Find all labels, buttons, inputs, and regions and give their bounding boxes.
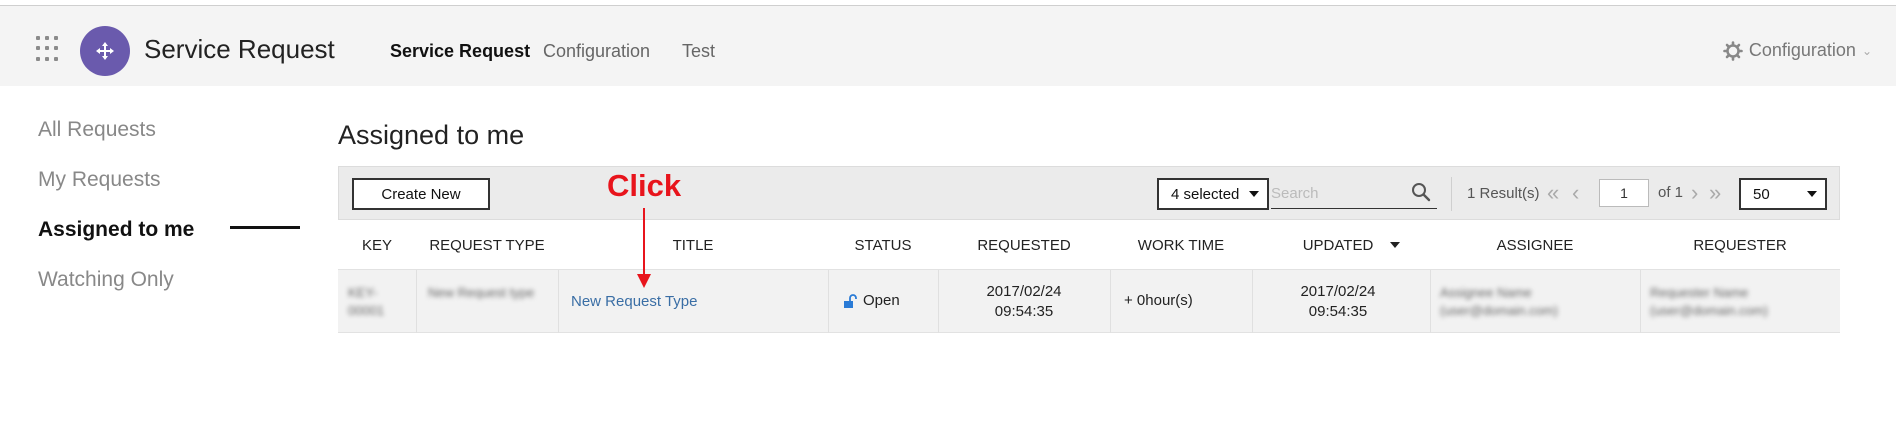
annotation-arrow-icon bbox=[637, 208, 651, 288]
dropdown-caret-icon bbox=[1249, 191, 1259, 197]
next-page-icon[interactable]: › bbox=[1691, 179, 1698, 207]
cell-status: Open bbox=[843, 292, 900, 309]
requested-date: 2017/02/24 bbox=[986, 283, 1062, 300]
column-header-status[interactable]: STATUS bbox=[828, 237, 938, 254]
sidebar-item-assigned-to-me[interactable]: Assigned to me bbox=[38, 218, 194, 242]
updated-time: 09:54:35 bbox=[1308, 303, 1368, 320]
page-title: Assigned to me bbox=[338, 120, 525, 150]
configuration-menu-label: Configuration bbox=[1748, 40, 1856, 60]
page-total: of 1 bbox=[1658, 184, 1684, 201]
unlock-icon bbox=[844, 293, 857, 308]
gear-icon bbox=[1723, 40, 1743, 61]
first-page-icon[interactable]: « bbox=[1547, 179, 1559, 207]
nav-service-request[interactable]: Service Request bbox=[390, 41, 530, 62]
dropdown-caret-icon bbox=[1807, 191, 1817, 197]
column-header-requester[interactable]: REQUESTER bbox=[1640, 237, 1840, 254]
status-label: Open bbox=[863, 292, 900, 309]
cell-updated: 2017/02/24 09:54:35 bbox=[1252, 282, 1424, 322]
cell-divider bbox=[1110, 270, 1111, 333]
prev-page-icon[interactable]: ‹ bbox=[1572, 179, 1579, 207]
sidebar-item-my-requests[interactable]: My Requests bbox=[38, 168, 161, 192]
sort-descending-icon[interactable] bbox=[1390, 242, 1400, 248]
cell-request-type: New Request type bbox=[428, 285, 535, 300]
active-item-indicator bbox=[230, 226, 300, 229]
cell-divider bbox=[1640, 270, 1641, 333]
page-size-select[interactable]: 50 bbox=[1739, 178, 1827, 210]
app-header: Service Request Service Request Configur… bbox=[0, 6, 1896, 86]
app-launcher-icon[interactable] bbox=[36, 36, 62, 62]
column-header-key[interactable]: KEY bbox=[338, 237, 416, 254]
cell-requested: 2017/02/24 09:54:35 bbox=[938, 282, 1110, 322]
column-header-title[interactable]: TITLE bbox=[558, 237, 828, 254]
cell-divider bbox=[558, 270, 559, 333]
cell-requester: Requester Name (user@domain.com) bbox=[1650, 285, 1768, 318]
sidebar-item-watching-only[interactable]: Watching Only bbox=[38, 268, 174, 292]
requests-table: KEY REQUEST TYPE TITLE STATUS REQUESTED … bbox=[338, 220, 1840, 333]
cell-title-link[interactable]: New Request Type bbox=[571, 293, 697, 310]
cell-divider bbox=[1430, 270, 1431, 333]
cell-key[interactable]: KEY-00001 bbox=[348, 284, 406, 320]
results-count: 1 Result(s) bbox=[1467, 185, 1540, 202]
sidebar-item-all-requests[interactable]: All Requests bbox=[38, 118, 156, 142]
search-icon[interactable] bbox=[1411, 182, 1431, 202]
cell-assignee: Assignee Name (user@domain.com) bbox=[1440, 285, 1558, 318]
page-size-label: 50 bbox=[1753, 185, 1770, 203]
create-new-button[interactable]: Create New bbox=[352, 178, 490, 210]
column-header-work-time[interactable]: WORK TIME bbox=[1110, 237, 1252, 254]
move-arrows-icon bbox=[96, 42, 114, 60]
configuration-menu[interactable]: Configuration ⌄ bbox=[1723, 40, 1872, 61]
page-number-input[interactable]: 1 bbox=[1599, 179, 1649, 207]
list-toolbar: Create New 4 selected Search 1 Result(s)… bbox=[338, 166, 1840, 220]
last-page-icon[interactable]: » bbox=[1709, 179, 1721, 207]
toolbar-divider bbox=[1451, 177, 1452, 211]
table-header: KEY REQUEST TYPE TITLE STATUS REQUESTED … bbox=[338, 220, 1840, 270]
requested-time: 09:54:35 bbox=[994, 303, 1054, 320]
status-filter-select[interactable]: 4 selected bbox=[1157, 178, 1269, 210]
chevron-down-icon: ⌄ bbox=[1861, 43, 1872, 58]
app-title: Service Request bbox=[144, 34, 335, 64]
updated-date: 2017/02/24 bbox=[1300, 283, 1376, 300]
status-filter-label: 4 selected bbox=[1171, 185, 1240, 203]
nav-configuration[interactable]: Configuration bbox=[543, 41, 650, 62]
table-row[interactable]: KEY-00001 New Request type New Request T… bbox=[338, 270, 1840, 333]
nav-test[interactable]: Test bbox=[682, 41, 715, 62]
annotation-click-label: Click bbox=[607, 168, 682, 203]
cell-work-time: + 0hour(s) bbox=[1124, 292, 1193, 309]
column-header-request-type[interactable]: REQUEST TYPE bbox=[416, 237, 558, 254]
cell-divider bbox=[416, 270, 417, 333]
column-header-requested[interactable]: REQUESTED bbox=[938, 237, 1110, 254]
app-logo[interactable] bbox=[80, 26, 130, 76]
cell-divider bbox=[828, 270, 829, 333]
column-header-assignee[interactable]: ASSIGNEE bbox=[1430, 237, 1640, 254]
